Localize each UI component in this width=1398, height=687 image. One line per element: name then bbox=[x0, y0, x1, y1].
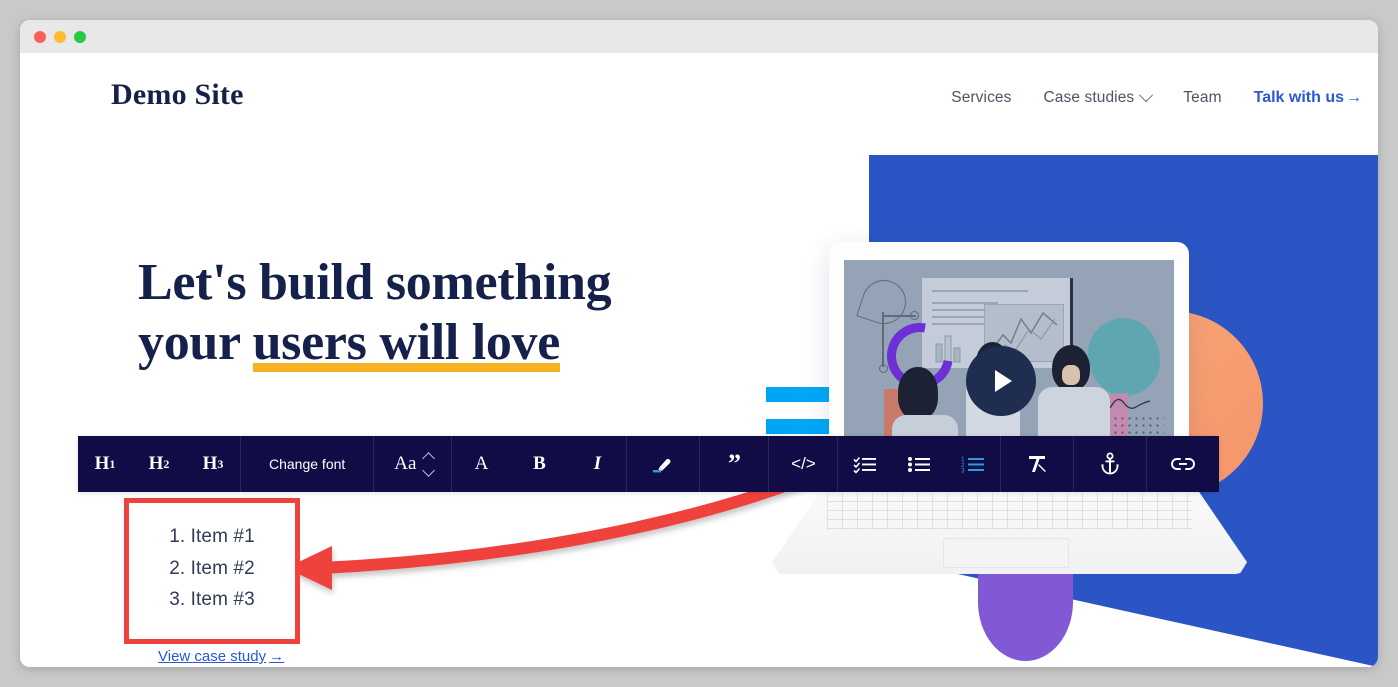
illustration-chart bbox=[984, 304, 1064, 362]
bulleted-list-button[interactable] bbox=[892, 436, 946, 492]
cyan-accent-bar-top bbox=[766, 387, 829, 402]
arrow-right-icon: → bbox=[1346, 89, 1362, 106]
toolbar-group-headings: H1 H2 H3 bbox=[78, 436, 241, 492]
maximize-window-button[interactable] bbox=[74, 31, 86, 43]
nav-item-case-studies-label: Case studies bbox=[1043, 89, 1135, 106]
laptop-trackpad bbox=[943, 538, 1069, 568]
hero-heading-line1: Let's build something bbox=[138, 254, 612, 311]
heading-3-button[interactable]: H3 bbox=[186, 436, 240, 492]
insert-link-icon[interactable] bbox=[1147, 436, 1219, 492]
view-case-study-link[interactable]: View case study → bbox=[158, 648, 284, 665]
illustration-whiteboard bbox=[922, 278, 1073, 368]
toolbar-group-lists: 1 2 3 bbox=[838, 436, 1002, 492]
illustration-coral-shape bbox=[884, 389, 924, 439]
list-item: 2. Item #2 bbox=[169, 557, 255, 579]
font-size-label: Aa bbox=[394, 453, 417, 474]
toolbar-group-clear-formatting bbox=[1001, 436, 1075, 492]
toolbar-group-font-family: Change font bbox=[241, 436, 375, 492]
traffic-light-buttons bbox=[34, 31, 86, 43]
talk-with-us-label: Talk with us bbox=[1253, 89, 1344, 106]
nav-item-services[interactable]: Services bbox=[935, 83, 1027, 113]
purple-arc-shape bbox=[978, 543, 1073, 661]
illustration-squiggle bbox=[1088, 398, 1151, 411]
nav-item-team[interactable]: Team bbox=[1167, 83, 1237, 113]
clear-formatting-icon[interactable] bbox=[1001, 436, 1073, 492]
main-navigation: Services Case studies Team Talk with us … bbox=[935, 83, 1378, 113]
code-block-button[interactable]: </> bbox=[769, 436, 837, 492]
illustration-dot-b bbox=[879, 364, 888, 373]
page-viewport: Demo Site Services Case studies Team Tal… bbox=[20, 53, 1378, 667]
chevron-down-icon bbox=[1139, 88, 1154, 103]
italic-button[interactable]: I bbox=[568, 436, 626, 492]
chevron-down-icon[interactable] bbox=[422, 463, 436, 477]
hero-heading-highlight: users will love bbox=[252, 314, 561, 373]
list-item: 3. Item #3 bbox=[169, 589, 255, 611]
heading-1-button[interactable]: H1 bbox=[78, 436, 132, 492]
toolbar-group-link bbox=[1147, 436, 1219, 492]
cyan-accent-bar-bottom bbox=[766, 419, 829, 434]
video-play-button[interactable] bbox=[966, 346, 1036, 416]
numbered-list-output: 1. Item #1 2. Item #2 3. Item #3 bbox=[129, 503, 295, 616]
site-logo[interactable]: Demo Site bbox=[111, 78, 244, 112]
font-size-arrows[interactable] bbox=[422, 451, 436, 477]
site-header: Demo Site Services Case studies Team Tal… bbox=[20, 53, 1378, 149]
toolbar-group-blockquote: ” bbox=[700, 436, 770, 492]
illustration-wire-arm bbox=[882, 315, 916, 317]
list-item: 1. Item #1 bbox=[169, 526, 255, 547]
bold-button[interactable]: B bbox=[510, 436, 568, 492]
heading-2-level: 2 bbox=[163, 456, 170, 471]
nav-item-case-studies[interactable]: Case studies bbox=[1027, 83, 1167, 113]
laptop-keyboard bbox=[826, 493, 1193, 529]
numbered-list-button[interactable]: 1 2 3 bbox=[946, 436, 1000, 492]
close-window-button[interactable] bbox=[34, 31, 46, 43]
play-triangle-icon bbox=[995, 370, 1012, 392]
hero-heading: Let's build something your users will lov… bbox=[138, 253, 612, 374]
toolbar-group-highlight bbox=[627, 436, 701, 492]
illustration-wire-stem bbox=[882, 312, 884, 367]
illustration-purple-ring bbox=[874, 310, 966, 402]
talk-with-us-button[interactable]: Talk with us → bbox=[1238, 83, 1378, 113]
anchor-icon[interactable] bbox=[1074, 436, 1146, 492]
blue-background-shape bbox=[869, 155, 1378, 667]
hero-heading-line2-plain: your bbox=[138, 314, 253, 372]
text-color-button[interactable]: A bbox=[452, 436, 510, 492]
rich-text-editor-toolbar: H1 H2 H3 Change font Aa A B I ” </> 1 2 … bbox=[78, 436, 1220, 492]
font-size-stepper[interactable]: Aa bbox=[374, 436, 451, 492]
view-case-study-label: View case study bbox=[158, 648, 267, 665]
illustration-dot-a bbox=[910, 311, 919, 320]
illustration-teal-blob bbox=[1088, 318, 1160, 396]
annotation-highlight-box: 1. Item #1 2. Item #2 3. Item #3 bbox=[124, 498, 300, 644]
blockquote-button[interactable]: ” bbox=[700, 436, 768, 492]
illustration-wire-loop bbox=[856, 274, 912, 330]
heading-2-button[interactable]: H2 bbox=[132, 436, 186, 492]
heading-3-level: 3 bbox=[217, 456, 224, 471]
toolbar-group-text-style: A B I bbox=[452, 436, 628, 492]
minimize-window-button[interactable] bbox=[54, 31, 66, 43]
svg-text:3: 3 bbox=[961, 468, 965, 475]
window-titlebar bbox=[20, 20, 1378, 53]
toolbar-group-anchor bbox=[1074, 436, 1148, 492]
browser-window: Demo Site Services Case studies Team Tal… bbox=[20, 20, 1378, 667]
change-font-button[interactable]: Change font bbox=[241, 436, 373, 492]
chevron-up-icon[interactable] bbox=[422, 451, 436, 465]
arrow-right-icon: → bbox=[269, 648, 285, 665]
highlighter-pen-icon[interactable] bbox=[627, 436, 699, 492]
checklist-button[interactable] bbox=[838, 436, 892, 492]
toolbar-group-font-size: Aa bbox=[374, 436, 453, 492]
heading-1-level: 1 bbox=[109, 456, 116, 471]
hero-section: Let's build something your users will lov… bbox=[138, 253, 612, 374]
toolbar-group-code: </> bbox=[769, 436, 839, 492]
